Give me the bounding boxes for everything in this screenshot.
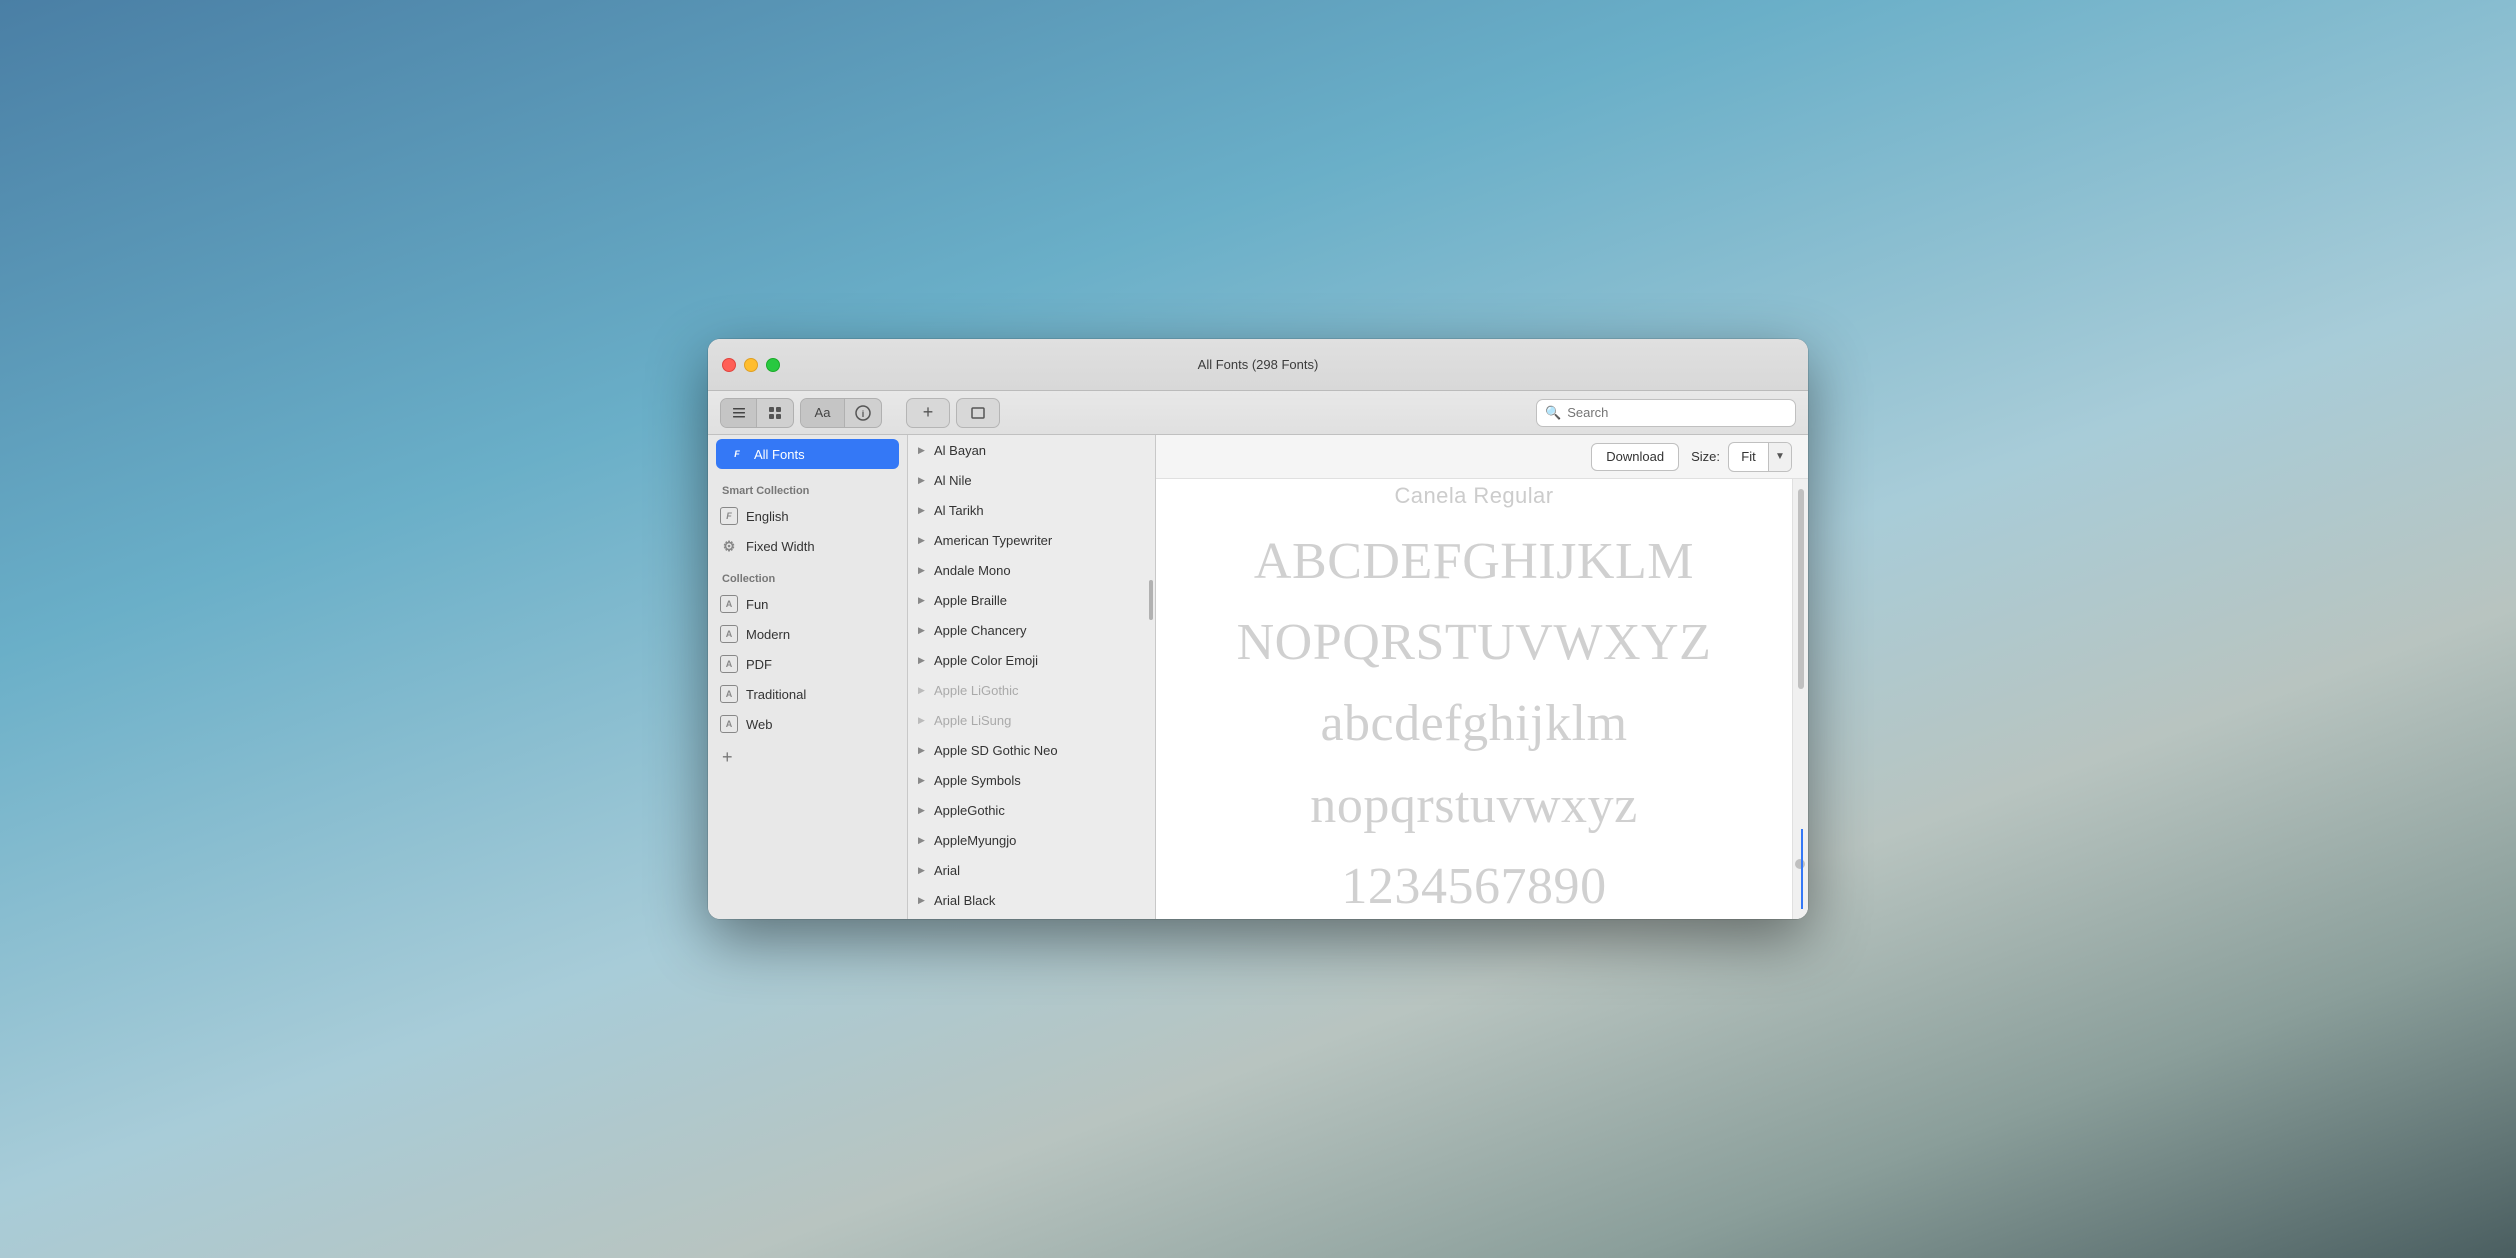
sidebar-item-modern[interactable]: A Modern	[708, 619, 907, 649]
traditional-icon: A	[720, 685, 738, 703]
download-button[interactable]: Download	[1591, 443, 1679, 471]
font-list-scrollbar[interactable]	[1147, 435, 1155, 919]
add-button[interactable]: +	[906, 398, 950, 428]
sidebar-item-traditional[interactable]: A Traditional	[708, 679, 907, 709]
preview-content: Canela Regular ABCDEFGHIJKLM NOPQRSTUVWX…	[1156, 479, 1808, 919]
aa-preview-button[interactable]: Aa	[801, 399, 845, 427]
sidebar-item-web[interactable]: A Web	[708, 709, 907, 739]
font-item-al-bayan[interactable]: ▶ Al Bayan	[908, 435, 1147, 465]
font-item-applegothic[interactable]: ▶ AppleGothic	[908, 795, 1147, 825]
maximize-button[interactable]	[766, 358, 780, 372]
search-bar[interactable]: 🔍	[1536, 399, 1796, 427]
svg-text:i: i	[862, 409, 865, 419]
search-icon: 🔍	[1545, 405, 1561, 421]
preview-font-name: Canela Regular	[1394, 483, 1553, 509]
list-view-button[interactable]	[721, 399, 757, 427]
preview-toolbar: Download Size: Fit ▼	[1156, 435, 1808, 479]
font-item-apple-lisung[interactable]: ▶ Apple LiSung	[908, 705, 1147, 735]
sidebar-item-english[interactable]: F English	[708, 501, 907, 531]
font-item-apple-symbols[interactable]: ▶ Apple Symbols	[908, 765, 1147, 795]
preview-scrollbar[interactable]	[1792, 479, 1808, 919]
size-dropdown-arrow[interactable]: ▼	[1769, 443, 1791, 471]
scrollbar-thumb	[1149, 580, 1153, 620]
fixed-width-icon: ⚙	[720, 537, 738, 555]
collection-header: Collection	[708, 561, 907, 589]
smart-collection-header: Smart Collection	[708, 473, 907, 501]
content-area: F All Fonts Smart Collection F English ⚙…	[708, 435, 1808, 919]
size-select[interactable]: Fit ▼	[1728, 442, 1792, 472]
modern-label: Modern	[746, 627, 790, 642]
font-item-apple-color-emoji[interactable]: ▶ Apple Color Emoji	[908, 645, 1147, 675]
view-mode-group	[720, 398, 794, 428]
font-book-window: All Fonts (298 Fonts) Aa	[708, 339, 1808, 919]
sidebar-item-all-fonts[interactable]: F All Fonts	[716, 439, 899, 469]
web-label: Web	[746, 717, 773, 732]
font-item-al-tarikh[interactable]: ▶ Al Tarikh	[908, 495, 1147, 525]
font-item-applemyungjo[interactable]: ▶ AppleMyungjo	[908, 825, 1147, 855]
view-icon	[970, 405, 986, 421]
pdf-label: PDF	[746, 657, 772, 672]
preview-group: Aa i	[800, 398, 882, 428]
window-title: All Fonts (298 Fonts)	[1198, 357, 1319, 372]
preview-numbers: 1234567890	[1341, 858, 1606, 915]
info-icon: i	[855, 405, 871, 421]
pdf-icon: A	[720, 655, 738, 673]
fixed-width-label: Fixed Width	[746, 539, 815, 554]
size-control: Size: Fit ▼	[1691, 442, 1792, 472]
english-icon: F	[720, 507, 738, 525]
toolbar: Aa i + 🔍	[708, 391, 1808, 435]
preview-lowercase2: nopqrstuvwxyz	[1310, 777, 1637, 834]
font-item-arial-black[interactable]: ▶ Arial Black	[908, 885, 1147, 915]
sidebar-item-fun[interactable]: A Fun	[708, 589, 907, 619]
view-toggle-button[interactable]	[956, 398, 1000, 428]
preview-lowercase: abcdefghijklm	[1320, 695, 1627, 752]
traditional-label: Traditional	[746, 687, 806, 702]
scroll-position-line	[1801, 829, 1803, 909]
font-item-arial[interactable]: ▶ Arial	[908, 855, 1147, 885]
search-input[interactable]	[1567, 405, 1787, 420]
size-label: Size:	[1691, 449, 1720, 464]
font-item-al-nile[interactable]: ▶ Al Nile	[908, 465, 1147, 495]
font-item-apple-ligothic[interactable]: ▶ Apple LiGothic	[908, 675, 1147, 705]
font-list-container: ▶ Al Bayan ▶ Al Nile ▶ Al Tarikh ▶ Ameri…	[908, 435, 1156, 919]
grid-view-button[interactable]	[757, 399, 793, 427]
close-button[interactable]	[722, 358, 736, 372]
fun-icon: A	[720, 595, 738, 613]
font-item-apple-chancery[interactable]: ▶ Apple Chancery	[908, 615, 1147, 645]
sidebar: F All Fonts Smart Collection F English ⚙…	[708, 435, 908, 919]
english-label: English	[746, 509, 789, 524]
preview-text-area: Canela Regular ABCDEFGHIJKLM NOPQRSTUVWX…	[1156, 479, 1792, 919]
preview-panel: Download Size: Fit ▼ Canela Regular ABCD…	[1156, 435, 1808, 919]
titlebar: All Fonts (298 Fonts)	[708, 339, 1808, 391]
preview-lowercase-upper: NOPQRSTUVWXYZ	[1237, 614, 1712, 671]
list-icon	[732, 406, 746, 420]
font-item-apple-sd-gothic[interactable]: ▶ Apple SD Gothic Neo	[908, 735, 1147, 765]
modern-icon: A	[720, 625, 738, 643]
add-collection-button[interactable]: +	[708, 739, 907, 776]
font-item-arial-hebrew[interactable]: ▶ Arial Hebrew	[908, 915, 1147, 919]
minimize-button[interactable]	[744, 358, 758, 372]
sidebar-item-pdf[interactable]: A PDF	[708, 649, 907, 679]
font-item-american-typewriter[interactable]: ▶ American Typewriter	[908, 525, 1147, 555]
font-item-andale-mono[interactable]: ▶ Andale Mono	[908, 555, 1147, 585]
preview-scrollbar-thumb	[1798, 489, 1804, 689]
scrollbar-indicator	[1795, 859, 1805, 869]
grid-icon	[768, 406, 782, 420]
size-value: Fit	[1729, 443, 1769, 471]
info-button[interactable]: i	[845, 399, 881, 427]
font-list: ▶ Al Bayan ▶ Al Nile ▶ Al Tarikh ▶ Ameri…	[908, 435, 1147, 919]
traffic-lights	[722, 358, 780, 372]
all-fonts-label: All Fonts	[754, 447, 805, 462]
all-fonts-icon: F	[728, 445, 746, 463]
fun-label: Fun	[746, 597, 768, 612]
preview-uppercase: ABCDEFGHIJKLM	[1254, 533, 1694, 590]
web-icon: A	[720, 715, 738, 733]
sidebar-item-fixed-width[interactable]: ⚙ Fixed Width	[708, 531, 907, 561]
font-item-apple-braille[interactable]: ▶ Apple Braille	[908, 585, 1147, 615]
